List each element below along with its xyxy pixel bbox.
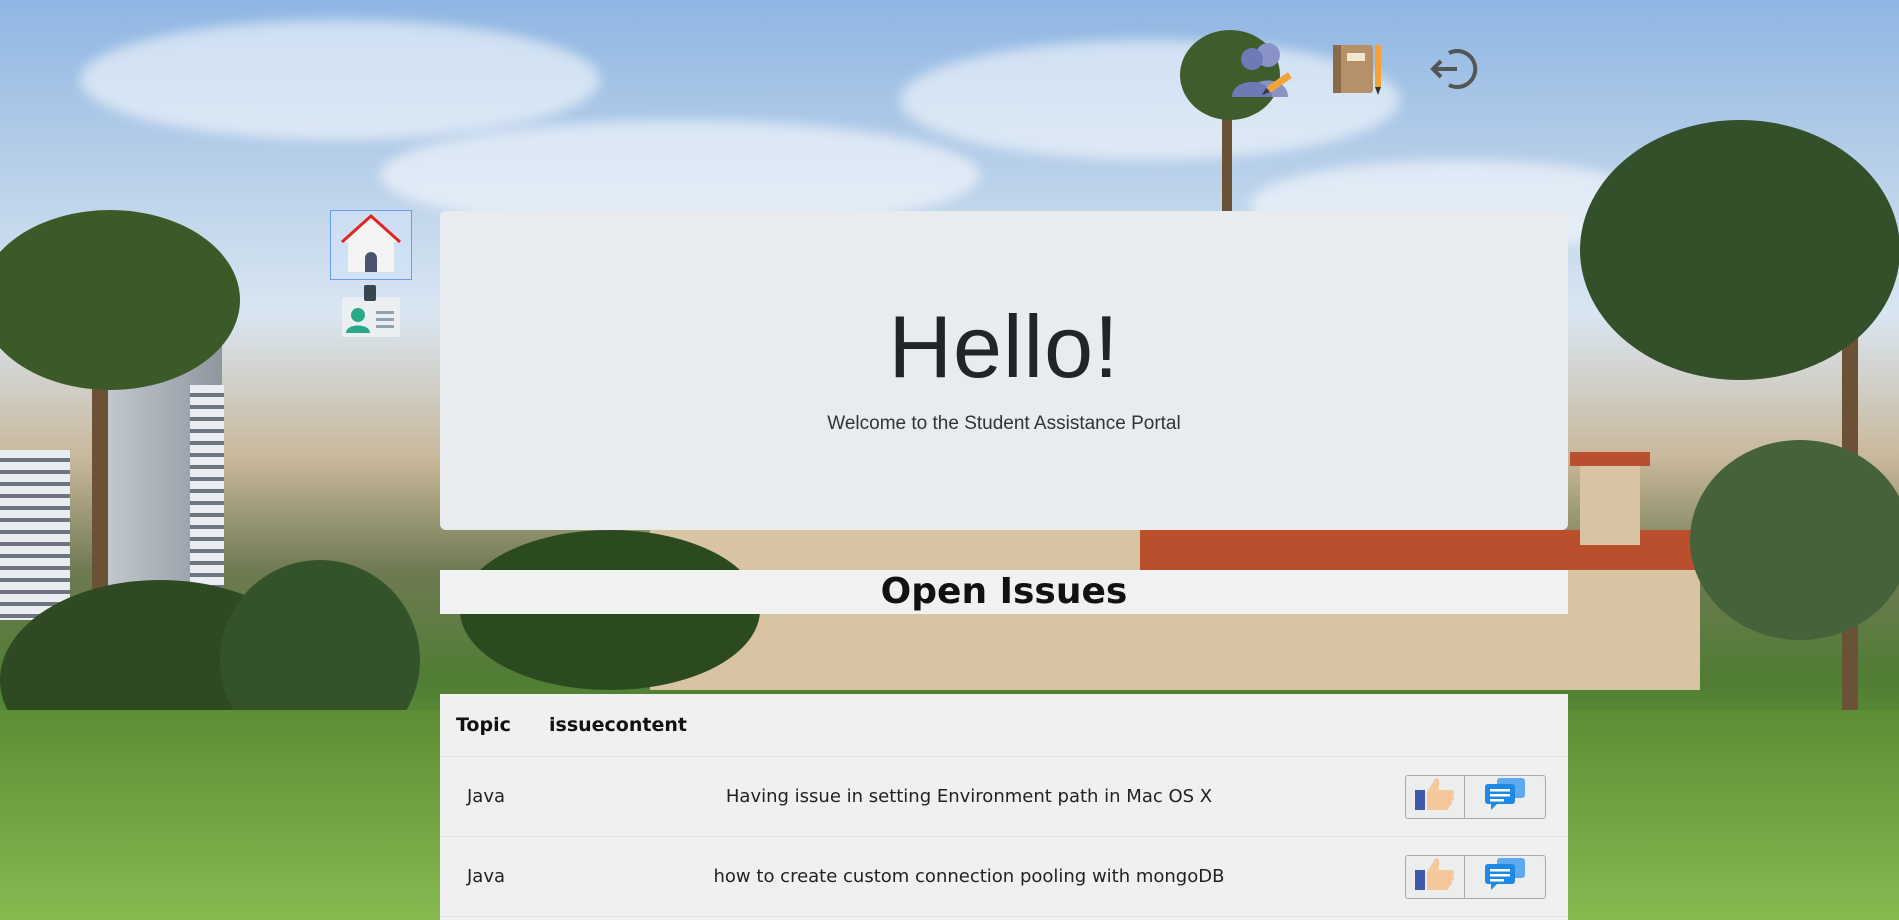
issue-content: how to create custom connection pooling … (713, 866, 1225, 887)
row-actions (1405, 774, 1546, 819)
thumbs-up-icon (1413, 856, 1457, 897)
welcome-jumbotron: Hello! Welcome to the Student Assistance… (440, 211, 1568, 530)
user-edit-icon[interactable] (1228, 36, 1294, 102)
chat-icon (1483, 856, 1527, 897)
notebook-pencil-icon[interactable] (1324, 36, 1390, 102)
table-row: Java how to create custom connection poo… (440, 837, 1568, 917)
hero-subtitle: Welcome to the Student Assistance Portal (827, 413, 1181, 434)
id-badge-icon (338, 283, 402, 345)
table-row: Java Having issue in setting Environment… (440, 757, 1568, 837)
side-nav (330, 210, 412, 348)
home-icon (338, 212, 404, 278)
comment-button[interactable] (1465, 774, 1546, 819)
open-issues-heading: Open Issues (440, 570, 1568, 614)
like-button[interactable] (1405, 854, 1465, 899)
side-nav-profile[interactable] (330, 280, 410, 348)
issue-topic: Java (467, 786, 506, 807)
issues-table: Topic issuecontent Java Having issue in … (440, 694, 1568, 920)
issue-topic: Java (467, 866, 506, 887)
comment-button[interactable] (1465, 854, 1546, 899)
issue-content: Having issue in setting Environment path… (725, 786, 1213, 807)
column-header-topic: Topic (456, 714, 511, 736)
column-header-issuecontent: issuecontent (549, 714, 687, 736)
thumbs-up-icon (1413, 776, 1457, 817)
row-actions (1405, 854, 1546, 899)
side-nav-home[interactable] (330, 210, 412, 280)
hero-title: Hello! (888, 297, 1120, 396)
top-toolbar (1228, 36, 1516, 102)
logout-icon[interactable] (1420, 36, 1486, 102)
like-button[interactable] (1405, 774, 1465, 819)
table-header: Topic issuecontent (440, 694, 1568, 757)
chat-icon (1483, 776, 1527, 817)
